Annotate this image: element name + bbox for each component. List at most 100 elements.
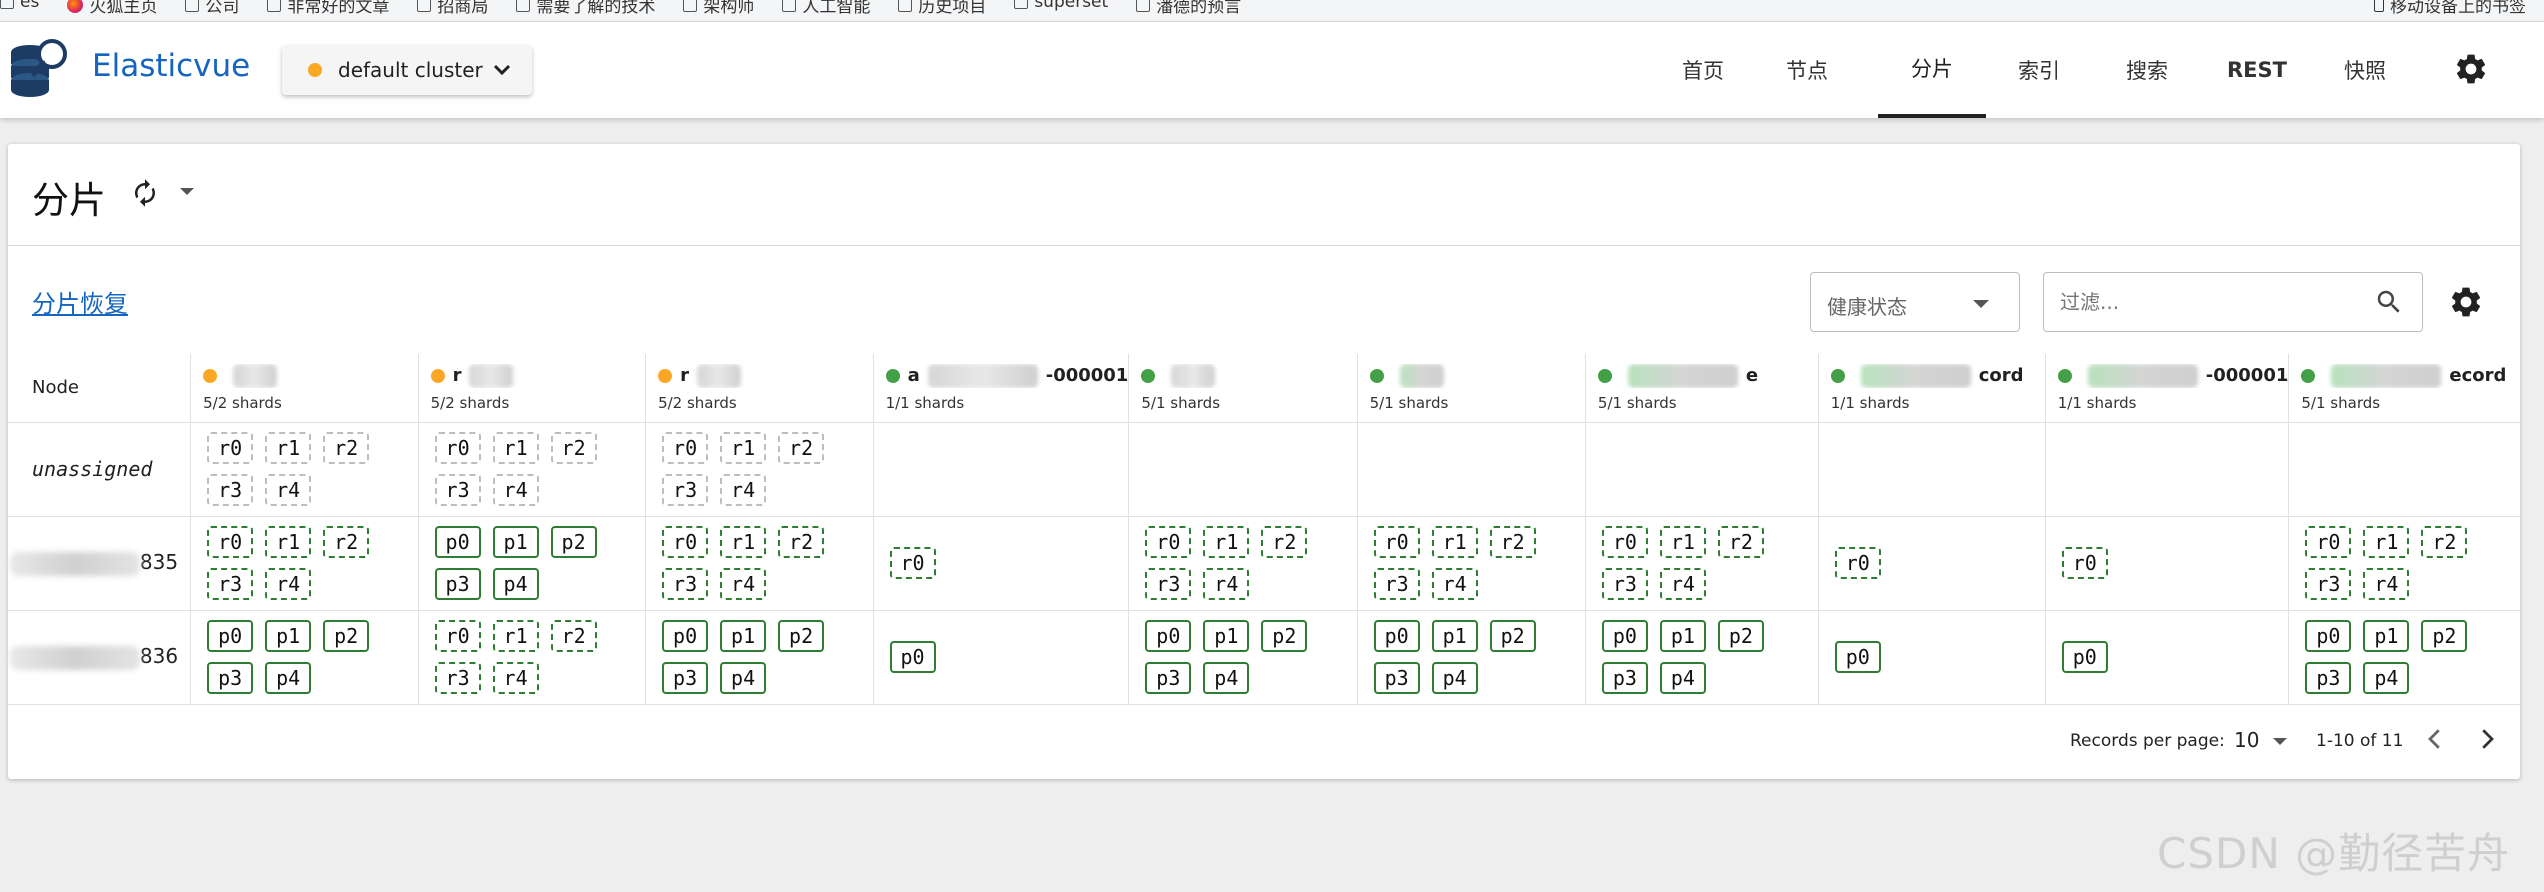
previous-page-icon[interactable]	[2420, 724, 2450, 754]
primary-shard-chip[interactable]: p0	[2305, 620, 2352, 652]
primary-shard-chip[interactable]: p1	[265, 620, 312, 652]
replica-shard-chip[interactable]: r1	[492, 620, 539, 652]
replica-shard-chip[interactable]: r3	[2305, 568, 2352, 600]
bookmark-item[interactable]: 历史项目	[898, 0, 986, 17]
node-column-header[interactable]: Node	[8, 354, 192, 423]
replica-shard-chip[interactable]: r2	[550, 620, 597, 652]
health-status-select[interactable]: 健康状态	[1810, 272, 2020, 332]
primary-shard-chip[interactable]: p0	[434, 526, 481, 558]
records-per-page-arrow-icon[interactable]	[2273, 738, 2287, 745]
replica-shard-chip[interactable]: r4	[1431, 568, 1478, 600]
index-column-header[interactable]: 5/2 shards	[190, 354, 419, 423]
primary-shard-chip[interactable]: p2	[1717, 620, 1764, 652]
bookmark-item[interactable]: 火狐主页	[67, 0, 157, 17]
index-column-header[interactable]: -000001 1/1 shards	[2045, 354, 2290, 423]
primary-shard-chip[interactable]: p1	[492, 526, 539, 558]
replica-shard-chip[interactable]: r2	[2421, 526, 2468, 558]
replica-shard-chip[interactable]: r0	[2061, 547, 2108, 579]
replica-shard-chip[interactable]: r1	[1659, 526, 1706, 558]
nav-tab-indices[interactable]: 索引	[2004, 22, 2074, 118]
replica-shard-chip[interactable]: r1	[265, 526, 312, 558]
primary-shard-chip[interactable]: p3	[1601, 662, 1648, 694]
bookmark-item[interactable]: 招商局	[417, 0, 488, 17]
unassigned-shard-chip[interactable]: r4	[720, 474, 767, 506]
primary-shard-chip[interactable]: p1	[1203, 620, 1250, 652]
primary-shard-chip[interactable]: p0	[1601, 620, 1648, 652]
index-column-header[interactable]: cord 1/1 shards	[1818, 354, 2046, 423]
index-column-header[interactable]: a -000001 1/1 shards	[873, 354, 1130, 423]
primary-shard-chip[interactable]: p3	[1145, 662, 1192, 694]
replica-shard-chip[interactable]: r0	[889, 547, 936, 579]
primary-shard-chip[interactable]: p4	[720, 662, 767, 694]
nav-tab-rest[interactable]: REST	[2222, 22, 2292, 118]
primary-shard-chip[interactable]: p2	[2421, 620, 2468, 652]
refresh-interval-dropdown-icon[interactable]	[180, 188, 194, 195]
mobile-bookmarks[interactable]: 移动设备上的书签	[2374, 0, 2526, 17]
shard-recovery-link[interactable]: 分片恢复	[32, 284, 128, 319]
replica-shard-chip[interactable]: r4	[1659, 568, 1706, 600]
replica-shard-chip[interactable]: r4	[492, 662, 539, 694]
nav-tab-home[interactable]: 首页	[1668, 22, 1738, 118]
primary-shard-chip[interactable]: p0	[889, 641, 936, 673]
primary-shard-chip[interactable]: p3	[207, 662, 254, 694]
unassigned-shard-chip[interactable]: r0	[434, 432, 481, 464]
replica-shard-chip[interactable]: r3	[1145, 568, 1192, 600]
index-column-header[interactable]: e 5/1 shards	[1585, 354, 1819, 423]
index-column-header[interactable]: 5/1 shards	[1128, 354, 1358, 423]
primary-shard-chip[interactable]: p4	[2363, 662, 2410, 694]
unassigned-shard-chip[interactable]: r2	[323, 432, 370, 464]
primary-shard-chip[interactable]: p1	[1431, 620, 1478, 652]
replica-shard-chip[interactable]: r3	[1601, 568, 1648, 600]
primary-shard-chip[interactable]: p4	[492, 568, 539, 600]
next-page-icon[interactable]	[2472, 724, 2502, 754]
unassigned-shard-chip[interactable]: r2	[550, 432, 597, 464]
primary-shard-chip[interactable]: p3	[662, 662, 709, 694]
primary-shard-chip[interactable]: p0	[1373, 620, 1420, 652]
primary-shard-chip[interactable]: p4	[1431, 662, 1478, 694]
records-per-page-select[interactable]: 10	[2234, 728, 2259, 752]
replica-shard-chip[interactable]: r4	[265, 568, 312, 600]
replica-shard-chip[interactable]: r2	[778, 526, 825, 558]
primary-shard-chip[interactable]: p2	[778, 620, 825, 652]
primary-shard-chip[interactable]: p0	[1834, 641, 1881, 673]
primary-shard-chip[interactable]: p4	[265, 662, 312, 694]
unassigned-shard-chip[interactable]: r0	[662, 432, 709, 464]
primary-shard-chip[interactable]: p2	[1261, 620, 1308, 652]
index-column-header[interactable]: r 5/2 shards	[645, 354, 874, 423]
replica-shard-chip[interactable]: r0	[1145, 526, 1192, 558]
unassigned-shard-chip[interactable]: r2	[778, 432, 825, 464]
primary-shard-chip[interactable]: p2	[323, 620, 370, 652]
replica-shard-chip[interactable]: r1	[1431, 526, 1478, 558]
unassigned-shard-chip[interactable]: r1	[265, 432, 312, 464]
nav-tab-search[interactable]: 搜索	[2112, 22, 2182, 118]
replica-shard-chip[interactable]: r0	[2305, 526, 2352, 558]
replica-shard-chip[interactable]: r2	[1489, 526, 1536, 558]
replica-shard-chip[interactable]: r4	[720, 568, 767, 600]
primary-shard-chip[interactable]: p0	[662, 620, 709, 652]
replica-shard-chip[interactable]: r2	[323, 526, 370, 558]
index-column-header[interactable]: 5/1 shards	[1357, 354, 1586, 423]
unassigned-shard-chip[interactable]: r1	[492, 432, 539, 464]
replica-shard-chip[interactable]: r0	[1601, 526, 1648, 558]
primary-shard-chip[interactable]: p4	[1203, 662, 1250, 694]
primary-shard-chip[interactable]: p1	[720, 620, 767, 652]
replica-shard-chip[interactable]: r4	[2363, 568, 2410, 600]
nav-tab-shards[interactable]: 分片	[1878, 22, 1986, 118]
primary-shard-chip[interactable]: p1	[1659, 620, 1706, 652]
primary-shard-chip[interactable]: p0	[1145, 620, 1192, 652]
unassigned-shard-chip[interactable]: r3	[207, 474, 254, 506]
replica-shard-chip[interactable]: r1	[1203, 526, 1250, 558]
primary-shard-chip[interactable]: p2	[1489, 620, 1536, 652]
unassigned-shard-chip[interactable]: r4	[265, 474, 312, 506]
primary-shard-chip[interactable]: p1	[2363, 620, 2410, 652]
replica-shard-chip[interactable]: r4	[1203, 568, 1250, 600]
replica-shard-chip[interactable]: r3	[434, 662, 481, 694]
bookmark-item[interactable]: 需要了解的技术	[516, 0, 655, 17]
replica-shard-chip[interactable]: r2	[1717, 526, 1764, 558]
bookmark-item[interactable]: 公司	[185, 0, 239, 17]
replica-shard-chip[interactable]: r1	[720, 526, 767, 558]
primary-shard-chip[interactable]: p3	[2305, 662, 2352, 694]
table-settings-gear-icon[interactable]	[2448, 284, 2484, 320]
bookmark-item[interactable]: 架构师	[683, 0, 754, 17]
filter-input[interactable]	[2043, 272, 2423, 332]
